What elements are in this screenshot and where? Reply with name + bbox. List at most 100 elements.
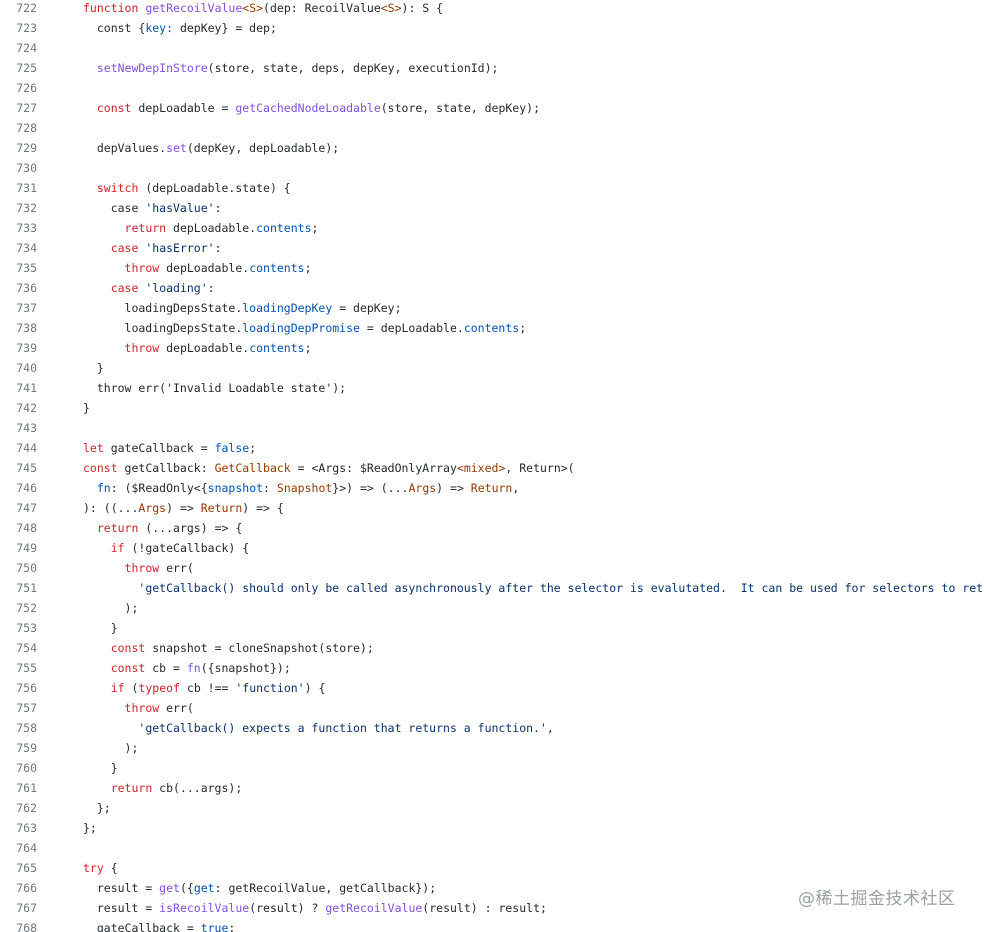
code-line: 756 if (typeof cb !== 'function') { — [0, 678, 984, 698]
code-line: 734 case 'hasError': — [0, 238, 984, 258]
line-number[interactable]: 752 — [0, 598, 37, 618]
line-number[interactable]: 755 — [0, 658, 37, 678]
line-number[interactable]: 722 — [0, 0, 37, 18]
code-token: ; — [311, 221, 319, 235]
line-number[interactable]: 737 — [0, 298, 37, 318]
line-code: if (typeof cb !== 'function') { — [83, 678, 326, 698]
code-token: loadingDepsState. — [83, 301, 243, 315]
code-token: Return — [470, 481, 513, 495]
line-number[interactable]: 744 — [0, 438, 37, 458]
line-number[interactable]: 747 — [0, 498, 37, 518]
line-code: return depLoadable.contents; — [83, 218, 319, 238]
line-number[interactable]: 763 — [0, 818, 37, 838]
line-number[interactable]: 767 — [0, 898, 37, 918]
line-number[interactable]: 742 — [0, 398, 37, 418]
line-number[interactable]: 749 — [0, 538, 37, 558]
line-number[interactable]: 729 — [0, 138, 37, 158]
line-number[interactable]: 741 — [0, 378, 37, 398]
code-line: 743 — [0, 418, 984, 438]
line-number[interactable]: 730 — [0, 158, 37, 178]
line-number[interactable]: 753 — [0, 618, 37, 638]
line-number[interactable]: 765 — [0, 858, 37, 878]
line-number[interactable]: 723 — [0, 18, 37, 38]
line-number[interactable]: 754 — [0, 638, 37, 658]
line-number[interactable]: 731 — [0, 178, 37, 198]
code-token: ) => — [166, 501, 201, 515]
code-token: contents — [256, 221, 312, 235]
code-token: : — [214, 201, 222, 215]
code-token: gateCallback = — [103, 441, 215, 455]
line-number[interactable]: 760 — [0, 758, 37, 778]
line-number[interactable]: 725 — [0, 58, 37, 78]
line-number[interactable]: 750 — [0, 558, 37, 578]
code-view: 722 function getRecoilValue<S>(dep: Recoi… — [0, 0, 984, 932]
line-number[interactable]: 759 — [0, 738, 37, 758]
line-number[interactable]: 735 — [0, 258, 37, 278]
line-number[interactable]: 766 — [0, 878, 37, 898]
code-token: (store, state, deps, depKey, executionId… — [207, 61, 499, 75]
code-line: 727 const depLoadable = getCachedNodeLoa… — [0, 98, 984, 118]
line-number[interactable]: 740 — [0, 358, 37, 378]
code-token: gateCallback = — [83, 921, 201, 932]
code-line: 758 'getCallback() expects a function th… — [0, 718, 984, 738]
code-line: 729 depValues.set(depKey, depLoadable); — [0, 138, 984, 158]
line-number[interactable]: 734 — [0, 238, 37, 258]
line-number[interactable]: 743 — [0, 418, 37, 438]
line-number[interactable]: 761 — [0, 778, 37, 798]
watermark: @稀土掘金技术社区 — [798, 889, 956, 909]
line-number[interactable]: 738 — [0, 318, 37, 338]
code-line: 761 return cb(...args); — [0, 778, 984, 798]
line-number[interactable]: 736 — [0, 278, 37, 298]
line-number[interactable]: 756 — [0, 678, 37, 698]
code-token: : — [214, 241, 222, 255]
code-token: ({snapshot}); — [200, 661, 291, 675]
line-number[interactable]: 748 — [0, 518, 37, 538]
line-code: 'getCallback() should only be called asy… — [83, 578, 984, 598]
line-code: case 'loading': — [83, 278, 215, 298]
code-token: set — [166, 141, 187, 155]
line-number[interactable]: 739 — [0, 338, 37, 358]
code-token: key: — [145, 21, 174, 35]
code-token: cb(...args); — [152, 781, 243, 795]
line-number[interactable]: 726 — [0, 78, 37, 98]
line-number[interactable]: 764 — [0, 838, 37, 858]
code-line: 762 }; — [0, 798, 984, 818]
line-number[interactable]: 724 — [0, 38, 37, 58]
code-token: } — [83, 621, 118, 635]
line-number[interactable]: 762 — [0, 798, 37, 818]
line-number[interactable]: 727 — [0, 98, 37, 118]
line-code: if (!gateCallback) { — [83, 538, 249, 558]
line-number[interactable]: 746 — [0, 478, 37, 498]
code-token: Return — [200, 501, 243, 515]
code-token: (dep: RecoilValue — [263, 1, 381, 15]
code-token: const — [83, 461, 118, 475]
line-number[interactable]: 745 — [0, 458, 37, 478]
line-code: throw err( — [83, 558, 194, 578]
code-token: throw — [124, 701, 160, 715]
code-line: 740 } — [0, 358, 984, 378]
line-number[interactable]: 757 — [0, 698, 37, 718]
line-code: const depLoadable = getCachedNodeLoadabl… — [83, 98, 540, 118]
line-number[interactable]: 758 — [0, 718, 37, 738]
code-token: ; — [228, 921, 236, 932]
line-number[interactable]: 751 — [0, 578, 37, 598]
code-token: } — [83, 401, 90, 415]
code-token: , — [512, 481, 520, 495]
code-line: 737 loadingDepsState.loadingDepKey = dep… — [0, 298, 984, 318]
code-token: loadingDepsState. — [83, 321, 243, 335]
code-line: 753 } — [0, 618, 984, 638]
code-token: ; — [249, 441, 257, 455]
line-code: case 'hasValue': — [83, 198, 222, 218]
code-token: const — [110, 641, 146, 655]
code-line: 728 — [0, 118, 984, 138]
line-number[interactable]: 732 — [0, 198, 37, 218]
line-number[interactable]: 733 — [0, 218, 37, 238]
line-number[interactable]: 768 — [0, 918, 37, 932]
code-token: GetCallback — [214, 461, 291, 475]
line-number[interactable]: 728 — [0, 118, 37, 138]
code-token: case — [110, 281, 139, 295]
